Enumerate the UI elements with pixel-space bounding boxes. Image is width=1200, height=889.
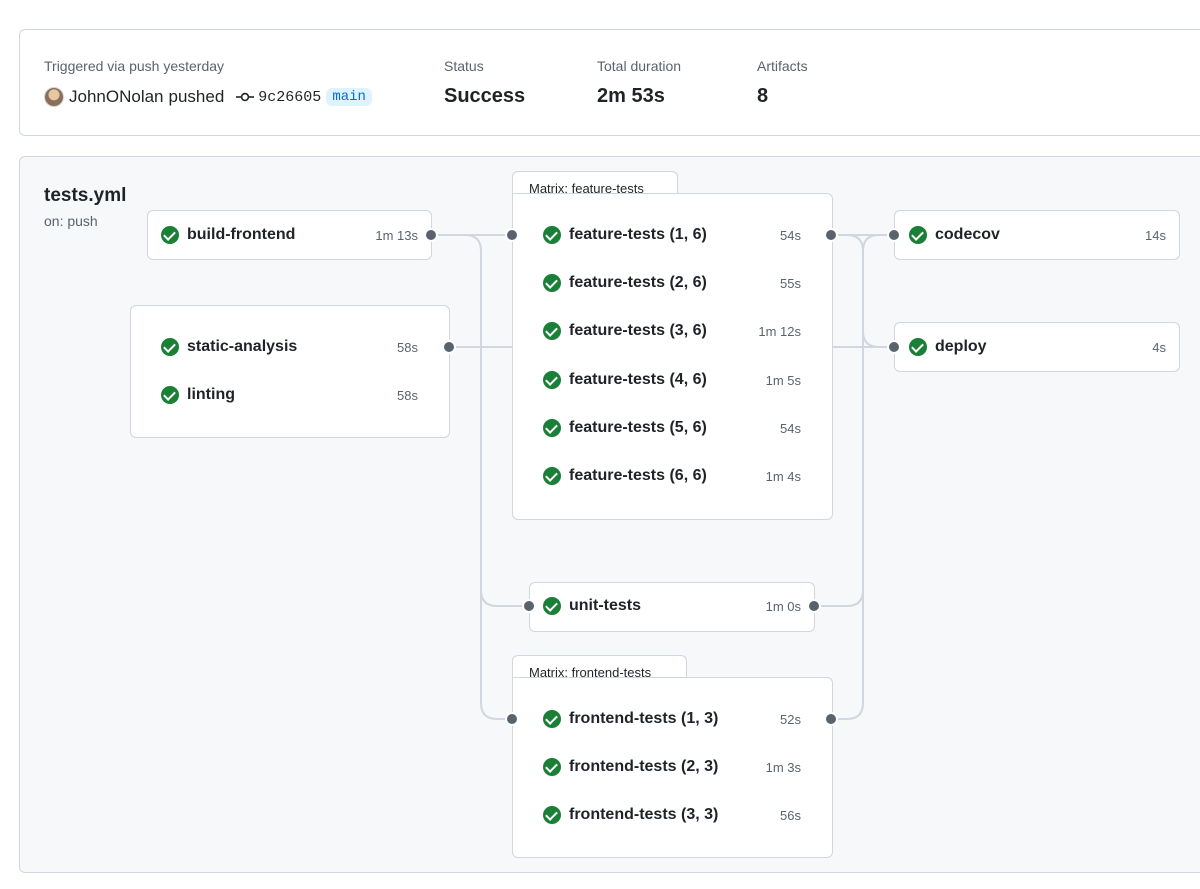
job-name[interactable]: unit-tests: [569, 597, 641, 615]
job-duration: 58s: [397, 340, 418, 355]
job-duration: 1m 4s: [765, 469, 801, 484]
job-feature-tests-6[interactable]: feature-tests (6, 6): [543, 464, 707, 488]
output-port-unit-tests: [809, 601, 819, 611]
trigger-label: Triggered via push yesterday: [44, 58, 225, 74]
job-deploy[interactable]: deploy: [909, 335, 987, 359]
success-check-icon: [161, 338, 179, 356]
status-value: Success: [444, 85, 526, 107]
success-check-icon: [543, 467, 561, 485]
job-group-lint: [130, 305, 450, 438]
job-name[interactable]: deploy: [935, 338, 987, 356]
job-duration: 54s: [780, 228, 801, 243]
job-feature-tests-2[interactable]: feature-tests (2, 6): [543, 271, 707, 295]
job-name[interactable]: feature-tests (6, 6): [569, 467, 707, 485]
job-name[interactable]: codecov: [935, 226, 1000, 244]
job-feature-tests-1[interactable]: feature-tests (1, 6): [543, 223, 707, 247]
success-check-icon: [161, 226, 179, 244]
commit-link[interactable]: 9c26605: [236, 89, 321, 106]
success-check-icon: [543, 597, 561, 615]
job-name[interactable]: feature-tests (4, 6): [569, 371, 707, 389]
job-duration: 1m 3s: [765, 760, 801, 775]
workflow-trigger: on: push: [44, 213, 98, 229]
job-name[interactable]: feature-tests (2, 6): [569, 274, 707, 292]
job-static-analysis[interactable]: static-analysis: [161, 335, 297, 359]
job-duration: 4s: [1152, 340, 1166, 355]
job-frontend-tests-1[interactable]: frontend-tests (1, 3): [543, 707, 718, 731]
input-port-feature-tests: [507, 230, 517, 240]
job-linting[interactable]: linting: [161, 383, 235, 407]
job-name[interactable]: frontend-tests (3, 3): [569, 806, 718, 824]
artifacts-label: Artifacts: [757, 58, 808, 74]
job-name[interactable]: feature-tests (1, 6): [569, 226, 707, 244]
success-check-icon: [543, 322, 561, 340]
success-check-icon: [909, 226, 927, 244]
job-duration: 1m 13s: [375, 228, 418, 243]
output-port-lint-group: [444, 342, 454, 352]
job-name[interactable]: static-analysis: [187, 338, 297, 356]
duration-value: 2m 53s: [597, 85, 665, 107]
job-name[interactable]: feature-tests (3, 6): [569, 322, 707, 340]
input-port-frontend-tests: [507, 714, 517, 724]
workflow-file-name: tests.yml: [44, 185, 127, 206]
job-duration: 1m 5s: [765, 373, 801, 388]
job-frontend-tests-2[interactable]: frontend-tests (2, 3): [543, 755, 718, 779]
success-check-icon: [161, 386, 179, 404]
job-build-frontend[interactable]: build-frontend: [161, 223, 295, 247]
job-duration: 14s: [1145, 228, 1166, 243]
commit-sha[interactable]: 9c26605: [258, 89, 321, 106]
success-check-icon: [543, 806, 561, 824]
success-check-icon: [543, 419, 561, 437]
actor-row: JohnONolan pushed 9c26605 main: [44, 86, 372, 108]
success-check-icon: [909, 338, 927, 356]
output-port-feature-tests: [826, 230, 836, 240]
success-check-icon: [543, 371, 561, 389]
success-check-icon: [543, 710, 561, 728]
run-summary: Triggered via push yesterday JohnONolan …: [19, 29, 1200, 136]
job-frontend-tests-3[interactable]: frontend-tests (3, 3): [543, 803, 718, 827]
status-label: Status: [444, 58, 484, 74]
job-name[interactable]: frontend-tests (1, 3): [569, 710, 718, 728]
job-feature-tests-3[interactable]: feature-tests (3, 6): [543, 319, 707, 343]
input-port-deploy: [889, 342, 899, 352]
job-duration: 54s: [780, 421, 801, 436]
job-feature-tests-5[interactable]: feature-tests (5, 6): [543, 416, 707, 440]
artifacts-value[interactable]: 8: [757, 85, 768, 108]
success-check-icon: [543, 274, 561, 292]
success-check-icon: [543, 758, 561, 776]
avatar[interactable]: [44, 87, 64, 107]
actor-link[interactable]: JohnONolan: [69, 87, 164, 107]
branch-badge[interactable]: main: [326, 88, 372, 106]
matrix-label-feature-tests[interactable]: Matrix: feature-tests: [512, 171, 678, 196]
input-port-unit-tests: [524, 601, 534, 611]
job-duration: 55s: [780, 276, 801, 291]
success-check-icon: [543, 226, 561, 244]
job-name[interactable]: frontend-tests (2, 3): [569, 758, 718, 776]
input-port-codecov: [889, 230, 899, 240]
job-duration: 52s: [780, 712, 801, 727]
job-name[interactable]: build-frontend: [187, 226, 295, 244]
actor-verb: pushed: [168, 87, 225, 106]
commit-icon: [236, 92, 255, 102]
job-duration: 1m 0s: [765, 599, 801, 614]
output-port-build-frontend: [426, 230, 436, 240]
job-name[interactable]: linting: [187, 386, 235, 404]
job-codecov[interactable]: codecov: [909, 223, 1000, 247]
duration-label: Total duration: [597, 58, 682, 74]
job-duration: 56s: [780, 808, 801, 823]
job-name[interactable]: feature-tests (5, 6): [569, 419, 707, 437]
job-duration: 1m 12s: [758, 324, 801, 339]
job-duration: 58s: [397, 388, 418, 403]
job-unit-tests[interactable]: unit-tests: [543, 594, 641, 618]
matrix-label-frontend-tests[interactable]: Matrix: frontend-tests: [512, 655, 687, 680]
job-feature-tests-4[interactable]: feature-tests (4, 6): [543, 368, 707, 392]
output-port-frontend-tests: [826, 714, 836, 724]
